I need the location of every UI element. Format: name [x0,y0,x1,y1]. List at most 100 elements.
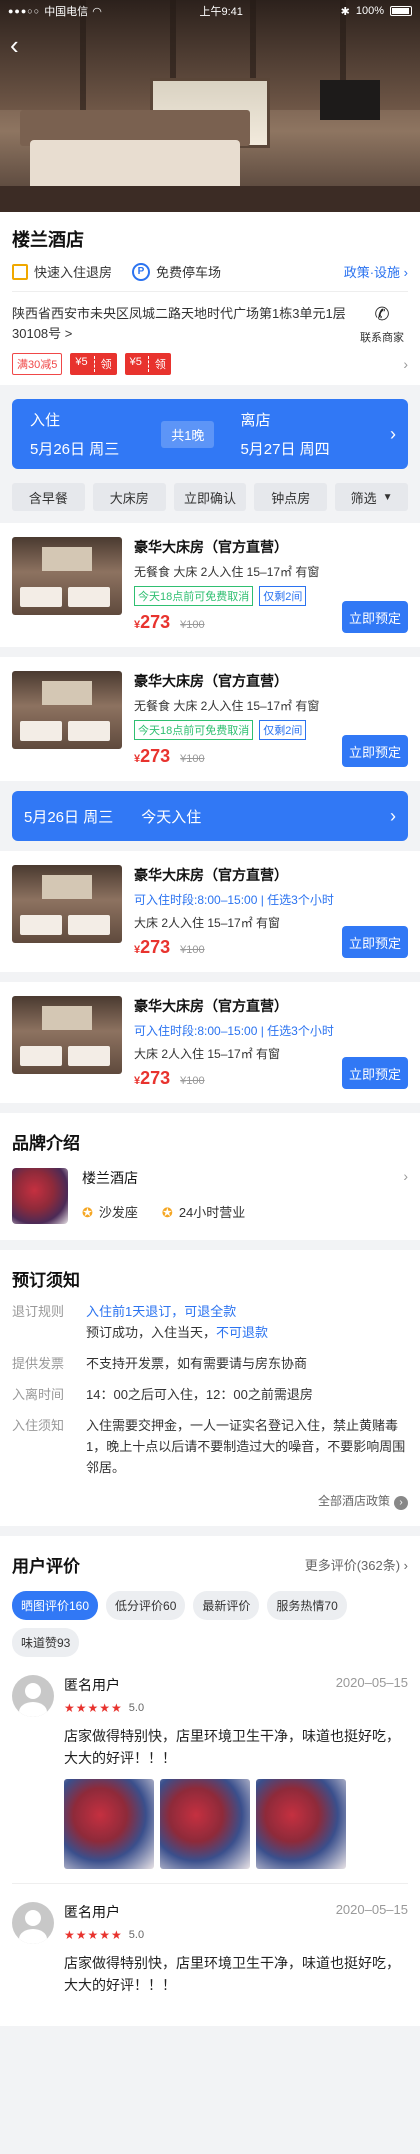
chevron-right-icon: › [390,423,396,444]
filter-hourly[interactable]: 钟点房 [254,483,328,511]
refund-label: 退订规则 [12,1304,65,1319]
chevron-right-icon: › [390,805,396,826]
room-photo [12,671,122,749]
coupon-discount: 满30减5 [12,353,63,375]
time-slot: 可入住时段:8:00–15:00 | 任选3个小时 [134,893,334,907]
price-value: 273 [140,937,171,957]
coupon-claim[interactable]: ¥5 领 [70,353,117,375]
rating-score: 5.0 [128,1929,145,1941]
rules-value: 入住需要交押金，一人一证实名登记入住，禁止黄赌毒 1，晚上十点以后请不要制造过大… [86,1418,406,1475]
room-price: ¥273 [134,612,170,633]
filter-instant-confirm[interactable]: 立即确认 [173,483,247,511]
signal-icon: ●●●○○ [8,6,41,16]
review-tag-latest[interactable]: 最新评价 [193,1591,260,1620]
free-cancel-tag: 今天18点前可免费取消 [134,586,254,606]
coupon-action: 领 [93,356,112,372]
room-title: 豪华大床房（官方直营） [134,867,288,883]
reviewer-name: 匿名用户 [64,1677,120,1693]
hourly-room-card[interactable]: 豪华大床房（官方直营） 可入住时段:8:00–15:00 | 任选3个小时 大床… [0,851,420,972]
price-value: 273 [140,1068,171,1088]
brand-photo [12,1168,68,1224]
contact-merchant-button[interactable]: ✆ 联系商家 [356,304,408,345]
feature-parking: P 免费停车场 [132,262,221,281]
brand-card[interactable]: 楼兰酒店 › ✪ 沙发座 ✪ 24小时营业 [12,1168,408,1224]
badge-icon: ✪ [82,1205,93,1220]
wifi-icon: ◠ [92,5,102,18]
filter-bar: 含早餐 大床房 立即确认 钟点房 筛选 ▼ [0,469,420,523]
review-photo[interactable] [64,1779,154,1869]
checkin-time-value: 14：00之后可入住，12：00之前需退房 [86,1387,313,1402]
rating-stars: ★★★★★ [64,1701,123,1715]
policy-facilities-link[interactable]: 政策·设施 › [344,262,408,281]
price-value: 273 [140,746,171,766]
original-price: ¥100 [180,753,205,765]
brand-name: 楼兰酒店 [82,1170,138,1186]
review-tag-taste[interactable]: 味道赞93 [12,1628,80,1657]
review-photo[interactable] [256,1779,346,1869]
stay-date-picker[interactable]: 入住 5月26日 周三 共1晚 离店 5月27日 周四 › [12,399,408,469]
rating-score: 5.0 [128,1702,145,1714]
room-card[interactable]: 豪华大床房（官方直营） 无餐食 大床 2人入住 15–17㎡ 有窗 今天18点前… [0,523,420,647]
address[interactable]: 陕西省西安市未央区凤城二路天地时代广场第1栋3单元1层30108号 > [12,304,356,345]
filter-breakfast[interactable]: 含早餐 [12,483,85,511]
all-policy-label: 全部酒店政策 [317,1494,390,1508]
hotel-info: 楼兰酒店 快速入住退房 P 免费停车场 政策·设施 › 陕西省西安市未央区凤城二… [0,212,420,385]
feature-label: 快速入住退房 [34,265,113,280]
book-button[interactable]: 立即预定 [342,735,408,767]
refund-rule: 入住前1天退订，可退全款 [86,1304,237,1319]
today-checkin-bar[interactable]: 5月26日 周三 今天入住 › [12,791,408,841]
checkin-date: 5月26日 周三 [30,441,120,458]
back-arrow-icon[interactable]: ‹ [10,32,34,58]
review-photo[interactable] [160,1779,250,1869]
filter-big-bed[interactable]: 大床房 [92,483,166,511]
parking-icon: P [132,262,151,281]
booking-notice-section: 预订须知 退订规则 入住前1天退订，可退全款 预订成功，入住当天，不可退款 提供… [0,1250,420,1526]
review-text: 店家做得特别快，店里环境卫生干净，味道也挺好吃，大大的好评！！！ [64,1728,400,1766]
notice-title: 预订须知 [12,1271,80,1290]
original-price: ¥100 [180,1075,205,1087]
room-price: ¥273 [134,1068,170,1089]
nights-badge: 共1晚 [161,420,215,448]
address-text: 陕西省西安市未央区凤城二路天地时代广场第1栋3单元1层30108号 [12,306,346,341]
checkin-label: 入住 [30,412,61,429]
review-filter-tags: 晒图评价160 低分评价60 最新评价 服务热情70 味道赞93 [12,1591,408,1657]
room-photo [12,996,122,1074]
chevron-right-icon: › [394,1496,408,1510]
chevron-right-icon: › [403,356,408,372]
more-reviews-link[interactable]: 更多评价(362条) › [305,1555,408,1574]
phone-icon: ✆ [374,304,390,324]
coupon-claim[interactable]: ¥5 领 [124,353,171,375]
all-policy-link[interactable]: 全部酒店政策 › [12,1492,408,1510]
checkout-date: 5月27日 周四 [240,441,330,458]
book-button[interactable]: 立即预定 [342,926,408,958]
invoice-label: 提供发票 [12,1356,65,1371]
reviewer-name: 匿名用户 [64,1904,120,1920]
filter-more[interactable]: 筛选 ▼ [335,483,408,511]
price-value: 273 [140,612,171,632]
review-tag-low[interactable]: 低分评价60 [106,1591,186,1620]
original-price: ¥100 [180,944,205,956]
coupon-amount: ¥5 [75,356,88,368]
room-photo [12,865,122,943]
review-item: 匿名用户 2020–05–15 ★★★★★ 5.0 店家做得特别快，店里环境卫生干… [12,1657,408,1884]
brand-section: 品牌介绍 楼兰酒店 › ✪ 沙发座 ✪ 24小时营业 [0,1113,420,1240]
book-button[interactable]: 立即预定 [342,601,408,633]
review-tag-photo[interactable]: 晒图评价160 [12,1591,99,1620]
book-button[interactable]: 立即预定 [342,1057,408,1089]
room-card[interactable]: 豪华大床房（官方直营） 无餐食 大床 2人入住 15–17㎡ 有窗 今天18点前… [0,657,420,781]
room-spec: 无餐食 大床 2人入住 15–17㎡ 有窗 [134,565,320,579]
chevron-right-icon: › [403,1168,408,1184]
avatar [12,1902,54,1944]
checkout-label: 离店 [240,412,271,429]
brand-feature-label: 24小时营业 [178,1205,246,1220]
checkin-time-label: 入离时间 [12,1387,65,1402]
coupon-row[interactable]: 满30减5 ¥5 领 ¥5 领 › [12,353,408,375]
original-price: ¥100 [180,619,205,631]
status-bar: ●●●○○ 中国电信 ◠ 上午9:41 ✱ 100% [0,0,420,22]
clock: 上午9:41 [199,6,243,18]
rooms-left-tag: 仅剩2间 [259,720,307,740]
hourly-room-card[interactable]: 豪华大床房（官方直营） 可入住时段:8:00–15:00 | 任选3个小时 大床… [0,982,420,1103]
review-date: 2020–05–15 [335,1675,408,1690]
review-tag-service[interactable]: 服务热情70 [267,1591,347,1620]
feature-label: 免费停车场 [156,265,222,280]
